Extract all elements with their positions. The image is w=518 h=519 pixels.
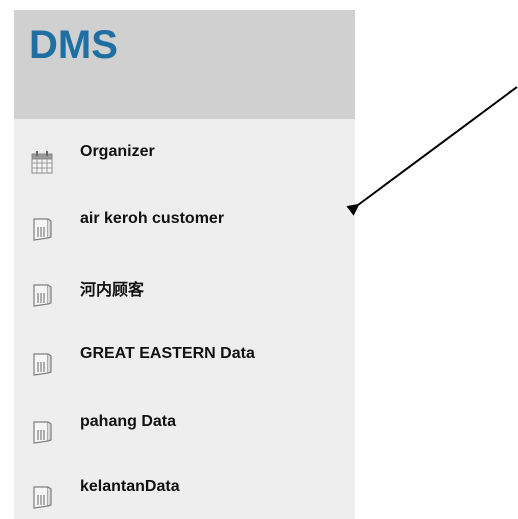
sidebar-item-air-keroh-customer[interactable]: air keroh customer (14, 206, 355, 266)
sidebar-item-label: kelantanData (80, 478, 180, 495)
sidebar-item-label: pahang Data (80, 413, 177, 430)
folder-icon (33, 218, 52, 241)
folder-icon (33, 421, 52, 444)
sidebar-item-label: Organizer (80, 143, 155, 160)
folder-icon (33, 486, 52, 509)
folder-icon (33, 353, 52, 376)
sidebar: DMS Organizer air keroh customer 河内顾客 GR… (14, 10, 355, 519)
page: DMS Organizer air keroh customer 河内顾客 GR… (0, 0, 518, 519)
sidebar-item-label: 河内顾客 (80, 282, 145, 299)
sidebar-item-pahang-data[interactable]: pahang Data (14, 409, 355, 469)
sidebar-item-hanoi-customers[interactable]: 河内顾客 (14, 272, 355, 332)
sidebar-item-great-eastern-data[interactable]: GREAT EASTERN Data (14, 341, 355, 401)
calendar-icon (31, 151, 53, 174)
app-logo[interactable]: DMS (29, 25, 118, 65)
folder-icon (33, 284, 52, 307)
sidebar-item-organizer[interactable]: Organizer (14, 139, 355, 199)
sidebar-item-kelantan-data[interactable]: kelantanData (14, 474, 355, 519)
sidebar-item-label: GREAT EASTERN Data (80, 345, 255, 362)
sidebar-header: DMS (14, 10, 355, 119)
sidebar-item-label: air keroh customer (80, 210, 225, 227)
